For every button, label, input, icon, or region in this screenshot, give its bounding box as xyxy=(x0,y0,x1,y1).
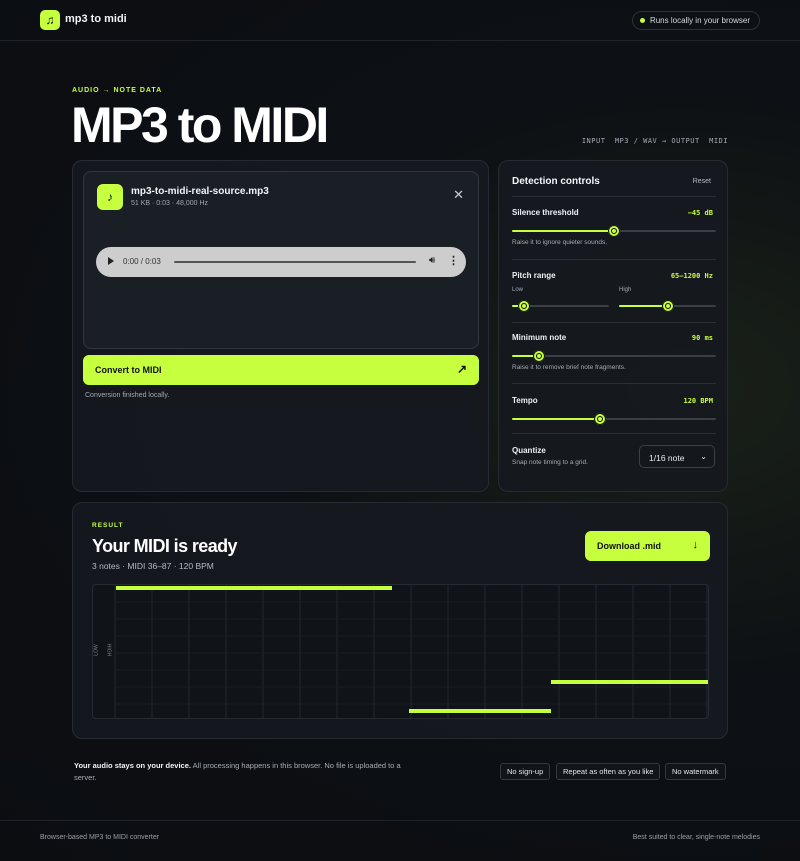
silence-threshold-slider[interactable] xyxy=(512,225,716,237)
quantize-selected: 1/16 note xyxy=(649,453,685,463)
chip-no-watermark: No watermark xyxy=(665,763,726,780)
file-meta: 51 KB · 0:03 · 48,000 Hz xyxy=(131,200,209,207)
silence-threshold-value: −45 dB xyxy=(687,209,713,217)
arrow-up-right-icon: ↗ xyxy=(456,362,467,376)
convert-button-label: Convert to MIDI xyxy=(95,365,162,375)
pitch-low-slider[interactable] xyxy=(512,300,609,312)
silence-threshold-label: Silence threshold xyxy=(512,208,579,217)
tempo-label: Tempo xyxy=(512,396,538,405)
quantize-hint: Snap note timing to a grid. xyxy=(512,459,588,466)
play-icon[interactable] xyxy=(108,257,114,265)
quantize-select[interactable]: 1/16 note ⌄ xyxy=(639,445,715,468)
result-panel: RESULT Your MIDI is ready 3 notes · MIDI… xyxy=(72,502,728,739)
minimum-note-hint: Raise it to remove brief note fragments. xyxy=(512,364,626,371)
detection-controls-panel: Detection controls Reset Silence thresho… xyxy=(498,160,728,492)
more-options-icon[interactable]: ⋮ xyxy=(448,254,459,267)
minimum-note-label: Minimum note xyxy=(512,333,567,342)
hero-eyebrow: AUDIO → NOTE DATA xyxy=(72,87,163,94)
music-note-icon[interactable]: ♫ xyxy=(40,10,60,30)
chip-repeat: Repeat as often as you like xyxy=(556,763,661,780)
convert-button[interactable]: Convert to MIDI ↗ xyxy=(83,355,479,385)
result-title: Your MIDI is ready xyxy=(92,536,238,556)
chip-no-signup: No sign-up xyxy=(500,763,551,780)
minimum-note-slider[interactable] xyxy=(512,350,716,362)
conversion-status: Conversion finished locally. xyxy=(85,392,170,399)
pitch-range-label: Pitch range xyxy=(512,271,556,280)
slider-fill xyxy=(512,418,600,420)
midi-note-bar xyxy=(409,709,551,713)
divider xyxy=(512,259,716,260)
slider-thumb[interactable] xyxy=(608,225,620,237)
divider xyxy=(512,196,716,197)
midi-note-bar xyxy=(116,586,392,590)
audio-player[interactable]: 0:00 / 0:03 🔊︎ ⋮ xyxy=(96,247,466,277)
close-icon[interactable]: ✕ xyxy=(453,188,464,201)
result-summary: 3 notes · MIDI 36–87 · 120 BPM xyxy=(92,561,214,571)
tempo-value: 120 BPM xyxy=(683,397,713,405)
footer-left: Browser-based MP3 to MIDI converter xyxy=(40,834,160,841)
quantize-label: Quantize xyxy=(512,446,546,455)
minimum-note-value: 90 ms xyxy=(691,334,713,342)
pitch-range-value: 65–1200 Hz xyxy=(670,272,713,280)
local-badge: Runs locally in your browser xyxy=(631,11,760,30)
music-note-icon: ♪ xyxy=(97,184,123,210)
reset-button[interactable]: Reset xyxy=(693,178,711,185)
pitch-low-label: Low xyxy=(512,287,524,293)
app-name[interactable]: mp3 to midi xyxy=(65,13,127,25)
volume-icon[interactable]: 🔊︎ xyxy=(429,255,435,266)
upload-panel: ♪ mp3-to-midi-real-source.mp3 51 KB · 0:… xyxy=(72,160,489,492)
tempo-slider[interactable] xyxy=(512,413,716,425)
footer: Browser-based MP3 to MIDI converter Best… xyxy=(0,820,800,861)
slider-thumb[interactable] xyxy=(661,300,674,312)
slider-thumb[interactable] xyxy=(532,350,545,362)
pitch-high-slider[interactable] xyxy=(619,300,716,312)
axis-low-label: LOW xyxy=(93,644,100,656)
status-dot-icon xyxy=(639,18,645,23)
pitch-high-label: High xyxy=(619,287,632,293)
file-name: mp3-to-midi-real-source.mp3 xyxy=(131,186,269,197)
player-time: 0:00 / 0:03 xyxy=(123,257,161,266)
privacy-lead: Your audio stays on your device. xyxy=(74,761,191,770)
controls-title: Detection controls xyxy=(512,176,600,187)
axis-high-label: HIGH xyxy=(105,643,112,657)
page-title: MP3 to MIDI xyxy=(71,97,329,153)
top-bar: ♫ mp3 to midi Runs locally in your brows… xyxy=(0,0,800,41)
download-button-label: Download .mid xyxy=(597,541,661,551)
slider-thumb[interactable] xyxy=(517,300,530,312)
divider xyxy=(512,433,716,434)
divider xyxy=(512,383,716,384)
download-button[interactable]: Download .mid ↓ xyxy=(585,531,710,561)
silence-threshold-hint: Raise it to ignore quieter sounds. xyxy=(512,239,608,246)
slider-thumb[interactable] xyxy=(593,413,606,425)
chevron-down-icon: ⌄ xyxy=(700,452,707,461)
piano-roll: LOW HIGH xyxy=(92,584,709,719)
privacy-note: Your audio stays on your device. All pro… xyxy=(74,760,424,784)
local-badge-label: Runs locally in your browser xyxy=(649,16,750,25)
footer-right: Best suited to clear, single-note melodi… xyxy=(632,834,760,841)
seek-bar[interactable] xyxy=(174,261,416,263)
result-eyebrow: RESULT xyxy=(92,522,124,529)
io-label: INPUT MP3 / WAV → OUTPUT MIDI xyxy=(581,137,728,145)
arrow-down-icon: ↓ xyxy=(692,539,699,551)
slider-fill xyxy=(619,305,668,307)
slider-fill xyxy=(512,230,614,232)
piano-roll-grid xyxy=(114,585,708,718)
file-card: ♪ mp3-to-midi-real-source.mp3 51 KB · 0:… xyxy=(83,171,479,349)
midi-note-bar xyxy=(551,680,708,684)
divider xyxy=(512,322,716,323)
